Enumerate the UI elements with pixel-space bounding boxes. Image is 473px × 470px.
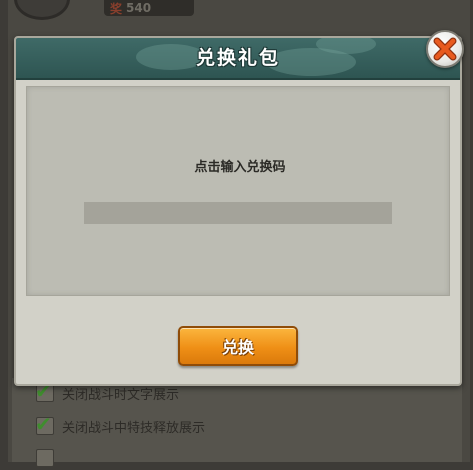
coin-icon: 奖: [110, 1, 123, 16]
currency-value: 540: [126, 1, 152, 15]
close-x-icon: [433, 37, 457, 61]
option-checkbox[interactable]: [36, 449, 54, 467]
instruction-text: 点击输入兑换码: [194, 160, 286, 175]
redeem-code-input[interactable]: [84, 202, 392, 224]
redeem-gift-dialog: 兑换礼包 点击输入兑换码 兑换: [14, 36, 462, 386]
option-label: 关闭战斗时文字展示: [62, 387, 180, 403]
checkmark-icon: ✔: [35, 412, 52, 436]
settings-option[interactable]: ✔ 关闭战斗中特技释放展示: [35, 412, 206, 438]
settings-option[interactable]: [36, 446, 62, 470]
dialog-title: 兑换礼包: [195, 47, 280, 69]
currency-display: 奖 540: [104, 0, 194, 16]
option-label: 关闭战斗中特技释放展示: [62, 420, 206, 436]
option-checkbox[interactable]: ✔: [35, 412, 54, 436]
option-checkbox[interactable]: ✔: [35, 379, 54, 403]
content-panel: [26, 86, 450, 296]
redeem-button[interactable]: 兑换: [178, 326, 298, 366]
dialog-header: 兑换礼包: [16, 38, 460, 80]
close-button[interactable]: [426, 30, 464, 68]
